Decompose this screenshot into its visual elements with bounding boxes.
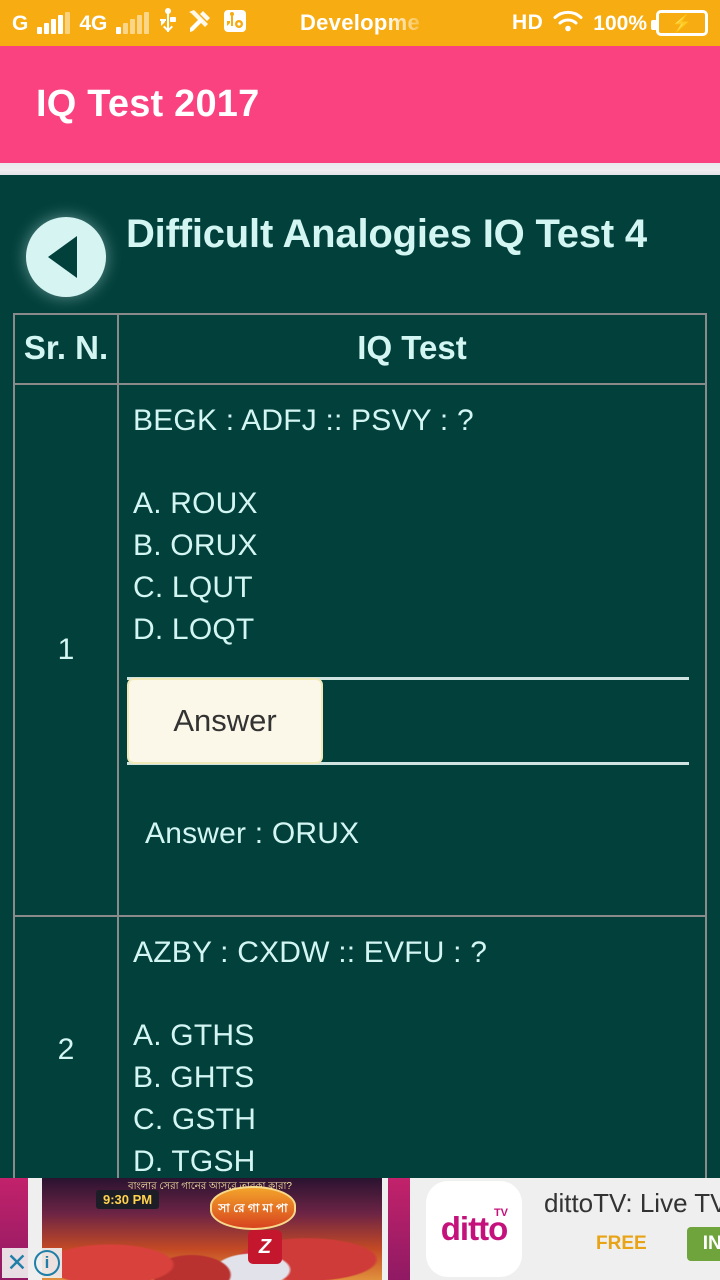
- info-icon-glyph: i: [34, 1250, 60, 1276]
- answer-panel: Answer : ORUX: [119, 765, 695, 915]
- answer-text: Answer : ORUX: [145, 817, 360, 850]
- wifi-icon: [552, 9, 584, 38]
- answer-tab-row: Answer: [119, 678, 695, 764]
- content-area: Difficult Analogies IQ Test 4 Sr. N. IQ …: [0, 175, 720, 1178]
- question-cell: BEGK : ADFJ :: PSVY : ? A. ROUX B. ORUX …: [117, 383, 707, 917]
- option-c[interactable]: C. LQUT: [133, 567, 705, 609]
- question-body: BEGK : ADFJ :: PSVY : ? A. ROUX B. ORUX …: [119, 385, 705, 651]
- answer-accordion: Answer Answer : ORUX: [119, 677, 705, 915]
- carrier-title: Developme: [299, 10, 421, 35]
- ad-price-label: FREE: [596, 1233, 647, 1254]
- ad-actions: FREE INSTALL: [544, 1227, 720, 1261]
- row-serial-number: 1: [13, 383, 119, 917]
- app-bar: IQ Test 2017: [0, 46, 720, 163]
- hd-label: HD: [511, 11, 544, 34]
- option-c[interactable]: C. GSTH: [133, 1099, 705, 1141]
- developer-tools-icon: [187, 8, 213, 39]
- table-header-row: Sr. N. IQ Test: [13, 313, 707, 385]
- table-row: 1 BEGK : ADFJ :: PSVY : ? A. ROUX B. ORU…: [13, 383, 707, 917]
- option-d[interactable]: D. LOQT: [133, 609, 705, 651]
- option-a[interactable]: A. ROUX: [133, 483, 705, 525]
- usb-debugging-icon: [222, 8, 248, 39]
- option-b[interactable]: B. ORUX: [133, 525, 705, 567]
- ad-app-name[interactable]: dittoTV: Live TV Shows ...: [544, 1188, 720, 1219]
- signal-bars-icon: [37, 12, 71, 34]
- battery-percent-label: 100%: [593, 11, 647, 35]
- question-stem: AZBY : CXDW :: EVFU : ?: [133, 936, 488, 969]
- iq-test-table: Sr. N. IQ Test 1 BEGK : ADFJ :: PSVY : ?…: [13, 313, 707, 1178]
- option-b[interactable]: B. GHTS: [133, 1057, 705, 1099]
- question-body: AZBY : CXDW :: EVFU : ? A. GTHS B. GHTS …: [119, 917, 705, 1178]
- column-header-serial: Sr. N.: [13, 313, 119, 385]
- app-title: IQ Test 2017: [36, 83, 260, 125]
- usb-icon: [158, 7, 178, 39]
- ad-stripe-right: [388, 1178, 410, 1280]
- ad-banner[interactable]: ব‍াংলার সেরা গানের আসরে তারকা কারা? 9:30…: [0, 1178, 720, 1280]
- status-bar-left: G 4G: [12, 7, 248, 39]
- app-bar-divider: [0, 163, 720, 175]
- row-serial-number: 2: [13, 915, 119, 1178]
- option-d[interactable]: D. TGSH: [133, 1141, 705, 1178]
- close-icon[interactable]: ✕: [2, 1248, 32, 1278]
- battery-charging-icon: ⚡: [651, 10, 708, 36]
- question-cell: AZBY : CXDW :: EVFU : ? A. GTHS B. GHTS …: [117, 915, 707, 1178]
- ad-channel-logo: Z: [248, 1230, 282, 1264]
- question-spacer: [133, 971, 705, 1015]
- ad-brand-superscript: TV: [493, 1207, 508, 1219]
- back-button[interactable]: [26, 217, 106, 297]
- install-button[interactable]: INSTALL: [686, 1227, 720, 1261]
- status-bar: G 4G Developme HD 100% ⚡: [0, 0, 720, 46]
- ad-show-logo: সা রে গা মা পা: [210, 1186, 296, 1230]
- question-stem: BEGK : ADFJ :: PSVY : ?: [133, 404, 474, 437]
- network-type-g-label: G: [12, 11, 29, 35]
- ad-app-icon: ditto TV: [426, 1181, 522, 1277]
- back-arrow-icon: [48, 236, 77, 278]
- table-row: 2 AZBY : CXDW :: EVFU : ? A. GTHS B. GHT…: [13, 915, 707, 1178]
- ad-creative-image[interactable]: ব‍াংলার সেরা গানের আসরে তারকা কারা? 9:30…: [0, 1178, 420, 1280]
- ad-time-badge: 9:30 PM: [96, 1190, 160, 1209]
- status-bar-right: HD 100% ⚡: [512, 9, 708, 38]
- signal-bars-secondary-icon: [116, 12, 150, 34]
- column-header-iq-test: IQ Test: [117, 313, 707, 385]
- info-icon[interactable]: i: [32, 1248, 62, 1278]
- page-title: Difficult Analogies IQ Test 4: [126, 212, 647, 256]
- question-spacer: [133, 439, 705, 483]
- option-a[interactable]: A. GTHS: [133, 1015, 705, 1057]
- ad-details: dittoTV: Live TV Shows ... FREE INSTALL: [522, 1178, 720, 1280]
- phone-screen: G 4G Developme HD 100% ⚡ IQ Test 2017 Di…: [0, 0, 720, 1280]
- page-header: Difficult Analogies IQ Test 4: [0, 175, 720, 297]
- answer-tab-button[interactable]: Answer: [127, 678, 323, 764]
- network-type-4g-label: 4G: [79, 11, 108, 35]
